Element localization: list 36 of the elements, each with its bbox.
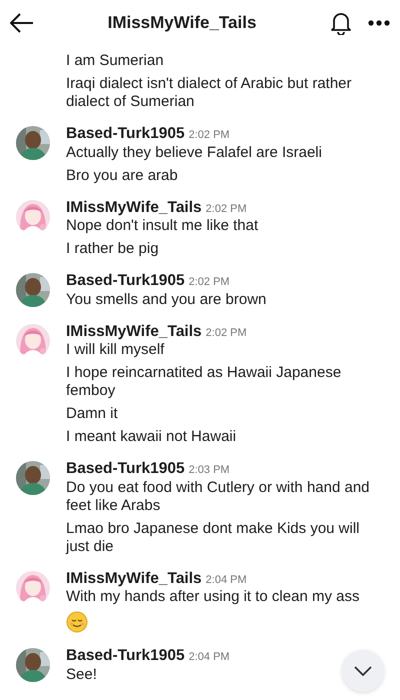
message-text: Iraqi dialect isn't dialect of Arabic but rather dialect of Sumerian — [66, 75, 353, 111]
message-text: See! — [66, 666, 97, 684]
message-text: Actually they believe Falafel are Israeli — [66, 144, 322, 162]
sender-name[interactable]: IMissMyWife_Tails — [66, 198, 202, 216]
message-time: 2:02 PM — [188, 128, 230, 143]
chevron-down-icon — [354, 666, 372, 676]
message-time: 2:02 PM — [206, 202, 247, 216]
more-icon[interactable] — [368, 20, 390, 26]
message-text: I am Sumerian — [66, 52, 164, 70]
message-time: 2:04 PM — [206, 572, 247, 588]
sender-name[interactable]: Based-Turk1905 — [66, 124, 185, 143]
message-time: 2:04 PM — [188, 650, 230, 665]
message-text: With my hands after using it to clean my ass — [66, 588, 360, 606]
message-text: I rather be pig — [66, 240, 159, 258]
message-text: Nope don't insult me like that — [66, 217, 258, 235]
chat-title: IMissMyWife_Tails — [108, 12, 256, 34]
message-time: 2:02 PM — [206, 326, 247, 340]
sender-name[interactable]: Based-Turk1905 — [66, 646, 185, 665]
scroll-down-button[interactable] — [342, 650, 384, 692]
message-time: 2:03 PM — [188, 463, 230, 478]
sender-name[interactable]: IMissMyWife_Tails — [66, 322, 202, 340]
message-text: I hope reincarnatited as Hawaii Japanese femboy — [66, 364, 342, 400]
sender-name[interactable]: Based-Turk1905 — [66, 271, 185, 290]
sender-name[interactable]: Based-Turk1905 — [66, 459, 185, 478]
back-icon[interactable] — [10, 13, 34, 33]
bell-icon[interactable] — [330, 11, 352, 35]
message-text: You smells and you are brown — [66, 290, 266, 308]
message-text: I will kill myself — [66, 341, 164, 359]
message-text: I meant kawaii not Hawaii — [66, 428, 236, 446]
message-time: 2:02 PM — [188, 275, 230, 290]
emoji-icon — [66, 611, 88, 633]
message-text: Do you eat food with Cutlery or with hand and feet like Arabs — [66, 478, 371, 514]
sender-name[interactable]: IMissMyWife_Tails — [66, 568, 202, 588]
message-text: Lmao bro Japanese dont make Kids you will just die — [66, 520, 360, 556]
message-text: Bro you are arab — [66, 166, 178, 184]
message-text: Damn it — [66, 405, 118, 423]
